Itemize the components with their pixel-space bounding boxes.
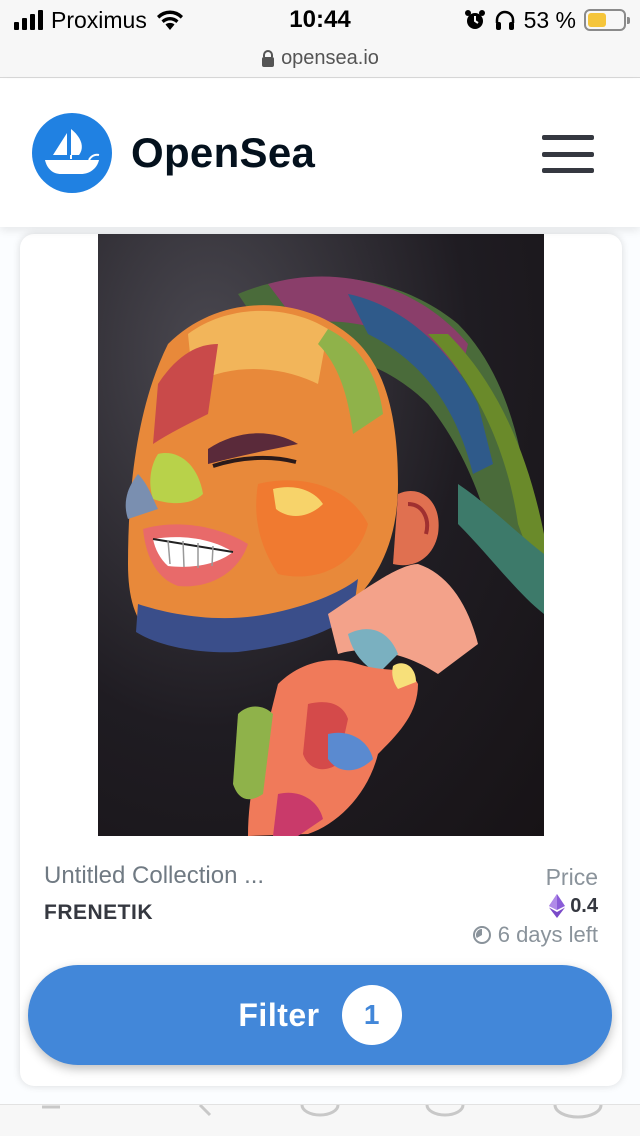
battery-level [588, 13, 607, 27]
opensea-logo[interactable] [32, 113, 112, 193]
ethereum-icon [549, 894, 566, 918]
time-left-row: 6 days left [472, 922, 598, 948]
share-icon[interactable] [300, 1105, 340, 1119]
portrait-artwork [125, 276, 544, 836]
alarm-icon [464, 10, 485, 29]
status-bar: Proximus 10:44 53 % [0, 0, 640, 40]
filter-count-badge: 1 [341, 985, 402, 1045]
status-right: 53 % [464, 6, 630, 33]
asset-card[interactable]: Untitled Collection ... FRENETIK Price 0… [20, 234, 622, 1086]
bookmarks-icon[interactable] [425, 1105, 465, 1119]
headphones-icon [495, 10, 514, 30]
filter-label: Filter [238, 996, 320, 1033]
time-left-text: 6 days left [497, 922, 598, 947]
collection-name[interactable]: Untitled Collection ... [44, 862, 264, 890]
battery-icon [584, 9, 630, 31]
url-text: opensea.io [281, 47, 379, 69]
battery-percent: 53 % [523, 6, 576, 33]
hamburger-menu-icon[interactable] [542, 135, 594, 173]
brand-name[interactable]: OpenSea [131, 129, 315, 177]
sailboat-icon [45, 129, 100, 174]
price-label: Price [545, 864, 598, 890]
clock-icon [472, 926, 491, 944]
lock-icon [262, 50, 275, 67]
address-bar[interactable]: opensea.io [0, 40, 640, 78]
tabs-icon[interactable] [553, 1105, 603, 1119]
asset-name[interactable]: FRENETIK [44, 901, 153, 925]
back-icon[interactable] [40, 1105, 90, 1119]
browser-bottom-toolbar [0, 1104, 640, 1136]
filter-button[interactable]: Filter 1 [28, 965, 612, 1065]
price-value: 0.4 [570, 894, 598, 917]
asset-artwork-image[interactable] [98, 234, 544, 836]
forward-icon[interactable] [195, 1105, 225, 1119]
price-row: 0.4 [549, 894, 598, 918]
site-header: OpenSea [0, 79, 640, 227]
